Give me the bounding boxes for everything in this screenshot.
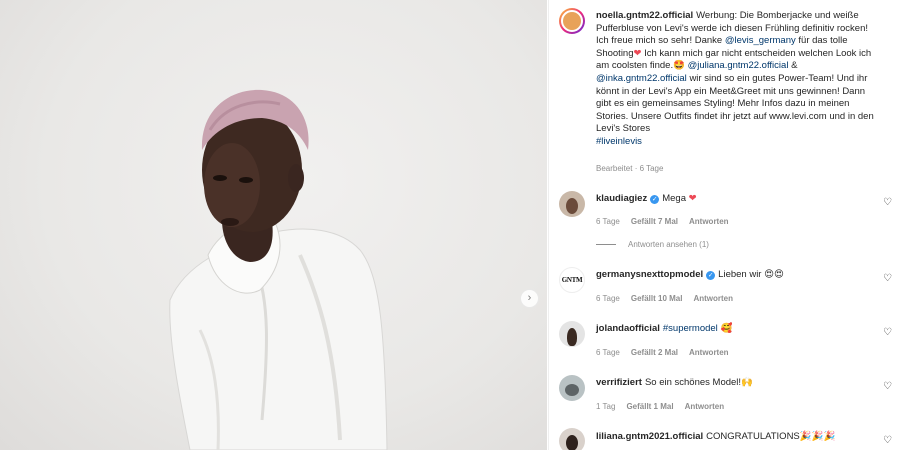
heart-outline-icon[interactable]: ♡ <box>883 435 892 446</box>
chevron-right-icon: › <box>527 292 532 304</box>
post-image[interactable]: › <box>0 0 547 450</box>
comment-meta: 1 Tag Gefällt 1 Mal Antworten <box>596 402 725 411</box>
likes-count[interactable]: Gefällt 1 Mal <box>626 402 673 411</box>
commenter-avatar[interactable] <box>559 428 585 450</box>
reply-button[interactable]: Antworten <box>693 294 733 303</box>
comment-meta: 6 Tage Gefällt 2 Mal Antworten <box>596 348 729 357</box>
comment-username[interactable]: liliana.gntm2021.official <box>596 431 703 442</box>
caption-meta: Bearbeitet · 6 Tage <box>596 164 664 173</box>
heart-outline-icon[interactable]: ♡ <box>883 197 892 208</box>
comment-username[interactable]: verrifiziert <box>596 377 642 388</box>
verified-badge-icon: ✓ <box>650 195 660 204</box>
likes-count[interactable]: Gefällt 7 Mal <box>631 217 678 226</box>
hashtag-link[interactable]: #liveinlevis <box>596 136 896 149</box>
gntm-logo: GNTM <box>561 276 583 284</box>
heart-outline-icon[interactable]: ♡ <box>883 381 892 392</box>
verified-badge-icon: ✓ <box>706 271 716 280</box>
hashtag-link[interactable]: #supermodel <box>663 323 718 334</box>
commenter-avatar[interactable] <box>559 321 585 347</box>
comment: verrifiziert So ein schönes Model!🙌 <box>596 377 753 388</box>
mention-inka[interactable]: @inka.gntm22.official <box>596 73 687 84</box>
likes-count[interactable]: Gefällt 2 Mal <box>631 348 678 357</box>
comment-username[interactable]: germanysnexttopmodel <box>596 269 703 280</box>
comment-meta: 6 Tage Gefällt 10 Mal Antworten <box>596 294 734 303</box>
comment-username[interactable]: jolandaofficial <box>596 323 660 334</box>
comment-meta: 6 Tage Gefällt 7 Mal Antworten <box>596 217 729 226</box>
reply-button[interactable]: Antworten <box>689 217 729 226</box>
likes-count[interactable]: Gefällt 10 Mal <box>631 294 683 303</box>
divider-line <box>596 244 616 245</box>
post-caption: noella.gntm22.official Werbung: Die Bombe… <box>596 10 896 149</box>
post-author-avatar[interactable] <box>559 8 585 34</box>
red-heart-emoji: ❤ <box>633 47 642 59</box>
mention-juliana[interactable]: @juliana.gntm22.official <box>688 60 789 71</box>
next-image-button[interactable]: › <box>520 289 539 308</box>
view-replies-button[interactable]: Antworten ansehen (1) <box>596 240 709 249</box>
caption-username[interactable]: noella.gntm22.official <box>596 10 693 21</box>
comment: germanysnexttopmodel ✓ Lieben wir 😍😍 <box>596 269 784 280</box>
heart-outline-icon[interactable]: ♡ <box>883 273 892 284</box>
mention-levis[interactable]: @levis_germany <box>725 35 796 46</box>
commenter-avatar[interactable] <box>559 191 585 217</box>
comment: liliana.gntm2021.official CONGRATULATIONS… <box>596 431 836 442</box>
smiling-emoji: 🤩 <box>673 60 685 72</box>
commenter-avatar[interactable]: GNTM <box>559 267 585 293</box>
portrait-illustration <box>169 89 388 450</box>
reply-button[interactable]: Antworten <box>685 402 725 411</box>
comments-panel: noella.gntm22.official Werbung: Die Bombe… <box>548 0 900 450</box>
comment: jolandaofficial #supermodel 🥰 <box>596 323 733 334</box>
comment-username[interactable]: klaudiagiez <box>596 193 647 204</box>
commenter-avatar[interactable] <box>559 375 585 401</box>
heart-outline-icon[interactable]: ♡ <box>883 327 892 338</box>
comment: klaudiagiez ✓ Mega ❤ <box>596 193 697 204</box>
reply-button[interactable]: Antworten <box>689 348 729 357</box>
